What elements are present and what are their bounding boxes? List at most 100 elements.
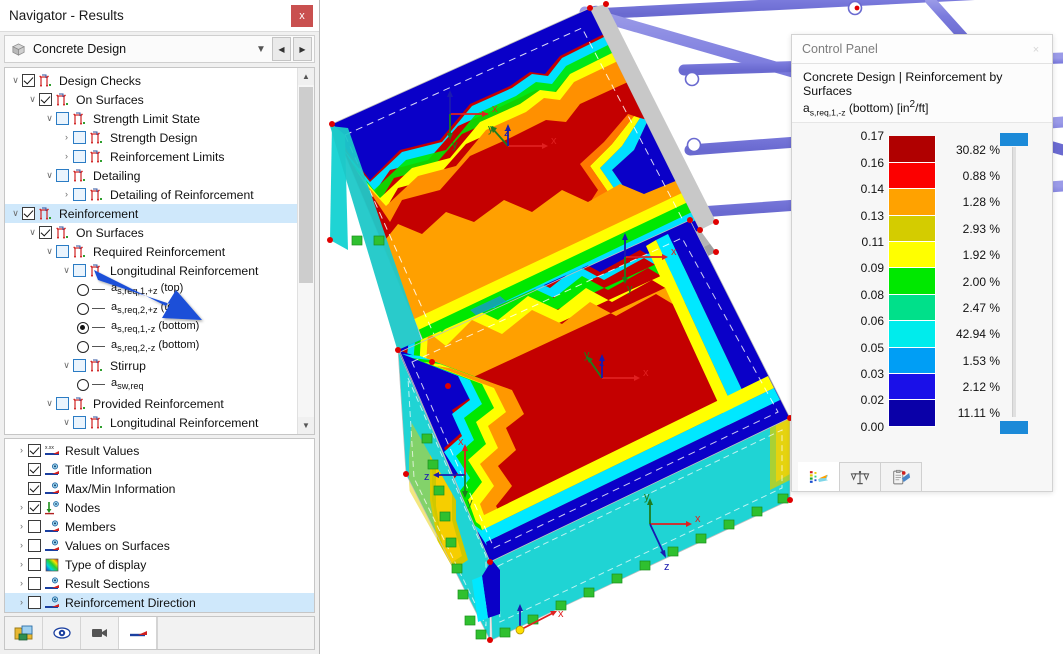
option-item-max-min-information[interactable]: › Max/Min Information [5,479,314,498]
radio-button[interactable] [77,283,89,296]
checkbox[interactable] [39,93,52,106]
checkbox[interactable] [73,131,86,144]
results-tree[interactable]: ∨ Design Checks ∨ On Surfaces ∨ Strength Limi… [5,68,297,434]
project-navigator-icon[interactable] [5,617,43,649]
expander-icon[interactable]: › [15,598,28,607]
checkbox[interactable] [56,245,69,258]
option-item-type-of-display[interactable]: › Type of display [5,555,314,574]
legend-band[interactable] [888,189,936,216]
tree-item-detailing[interactable]: ∨ Detailing [5,166,297,185]
tree-item-strength-design[interactable]: › Strength Design [5,128,297,147]
checkbox[interactable] [28,558,41,571]
checkbox[interactable] [56,112,69,125]
prev-button[interactable]: ◀ [272,37,291,61]
radio-button[interactable] [77,321,89,334]
checkbox[interactable] [28,596,41,609]
tree-item-detailing-of-reinforcement[interactable]: › Detailing of Reinforcement [5,185,297,204]
checkbox[interactable] [22,207,35,220]
tree-item-leaf[interactable]: asw,req [5,375,297,394]
views-navigator-icon[interactable] [81,617,119,649]
chevron-down-icon[interactable]: ▼ [250,36,272,62]
legend-band[interactable] [888,162,936,190]
checkbox[interactable] [28,577,41,590]
scrollbar-thumb[interactable] [299,87,313,283]
scroll-up-icon[interactable]: ▲ [298,68,314,85]
close-icon[interactable]: x [291,5,313,27]
expander-icon[interactable]: ∨ [9,76,22,85]
option-item-nodes[interactable]: › Nodes [5,498,314,517]
expander-icon[interactable]: › [15,446,28,455]
legend-band[interactable] [888,215,936,242]
expander-icon[interactable]: ∨ [9,209,22,218]
radio-button[interactable] [77,378,89,391]
tree-item-reinforcement[interactable]: ∨ Reinforcement [5,204,297,223]
tree-item-required-reinforcement[interactable]: ∨ Required Reinforcement [5,242,297,261]
navigator-footer-toolbar[interactable] [4,616,315,650]
tree-item-reinforcement-limits[interactable]: › Reinforcement Limits [5,147,297,166]
option-item-result-values[interactable]: › x.xx Result Values [5,441,314,460]
option-item-values-on-surfaces[interactable]: › Values on Surfaces [5,536,314,555]
expander-icon[interactable]: › [60,190,73,199]
checkbox[interactable] [28,482,41,495]
tree-item-leaf[interactable]: as,req,2,-z (bottom) [5,337,297,356]
tree-item-stirrup[interactable]: ∨ Stirrup [5,356,297,375]
option-item-title-information[interactable]: › Title Information [5,460,314,479]
tree-item-design-checks[interactable]: ∨ Design Checks [5,71,297,90]
checkbox[interactable] [73,416,86,429]
legend-band[interactable] [888,373,936,401]
expander-icon[interactable]: ∨ [26,95,39,104]
tree-item-provided-reinforcement[interactable]: ∨ Provided Reinforcement [5,394,297,413]
control-panel-tabs[interactable] [791,455,1053,492]
checkbox[interactable] [28,463,41,476]
checkbox[interactable] [28,539,41,552]
legend-band[interactable] [888,241,936,269]
expander-icon[interactable]: › [60,133,73,142]
tab-color-scale[interactable] [798,462,840,491]
expander-icon[interactable]: › [15,522,28,531]
checkbox[interactable] [28,501,41,514]
tree-item-leaf[interactable]: as,req,1,-z (bottom) [5,318,297,337]
checkbox[interactable] [22,74,35,87]
tree-item-on-surfaces[interactable]: ∨ On Surfaces [5,223,297,242]
legend-band[interactable] [888,400,936,427]
expander-icon[interactable]: ∨ [43,171,56,180]
expander-icon[interactable]: › [15,484,28,493]
radio-button[interactable] [77,302,89,315]
expander-icon[interactable]: ∨ [60,266,73,275]
scroll-down-icon[interactable]: ▼ [298,417,314,434]
expander-icon[interactable]: ∨ [26,228,39,237]
checkbox[interactable] [73,359,86,372]
next-button[interactable]: ▶ [293,37,312,61]
tree-item-leaf[interactable]: as,req,1,+z (top) [5,280,297,299]
legend-band[interactable] [888,347,936,374]
legend-band[interactable] [888,136,936,163]
display-navigator-icon[interactable] [43,617,81,649]
close-icon[interactable]: × [1027,41,1045,58]
tree-item-on-surfaces[interactable]: ∨ On Surfaces [5,90,297,109]
expander-icon[interactable]: ∨ [43,114,56,123]
display-options-tree[interactable]: › x.xx Result Values › Title Information › Max… [4,438,315,613]
results-navigator-icon[interactable] [119,617,157,649]
tree-item-leaf[interactable]: as,prov,1,+z (top) [5,432,297,434]
expander-icon[interactable]: ∨ [43,247,56,256]
expander-icon[interactable]: › [15,541,28,550]
checkbox[interactable] [73,188,86,201]
expander-icon[interactable]: ∨ [60,418,73,427]
legend-color-bars[interactable] [888,136,936,427]
navigator-module-combobox[interactable]: Concrete Design ▼ ◀ ▶ [4,35,315,63]
checkbox[interactable] [73,264,86,277]
tree-item-leaf[interactable]: as,req,2,+z (top) [5,299,297,318]
checkbox[interactable] [28,444,41,457]
tree-item-longitudinal-reinforcement[interactable]: ∨ Longitudinal Reinforcement [5,413,297,432]
checkbox[interactable] [73,150,86,163]
checkbox[interactable] [39,226,52,239]
option-item-members[interactable]: › Members [5,517,314,536]
legend-range-slider[interactable] [997,129,1033,435]
tab-factors[interactable] [839,462,881,491]
radio-button[interactable] [77,340,89,353]
slider-thumb-max[interactable] [1000,133,1028,147]
expander-icon[interactable]: ∨ [43,399,56,408]
tab-display-properties[interactable] [880,462,922,491]
legend-band[interactable] [888,294,936,322]
checkbox[interactable] [56,397,69,410]
